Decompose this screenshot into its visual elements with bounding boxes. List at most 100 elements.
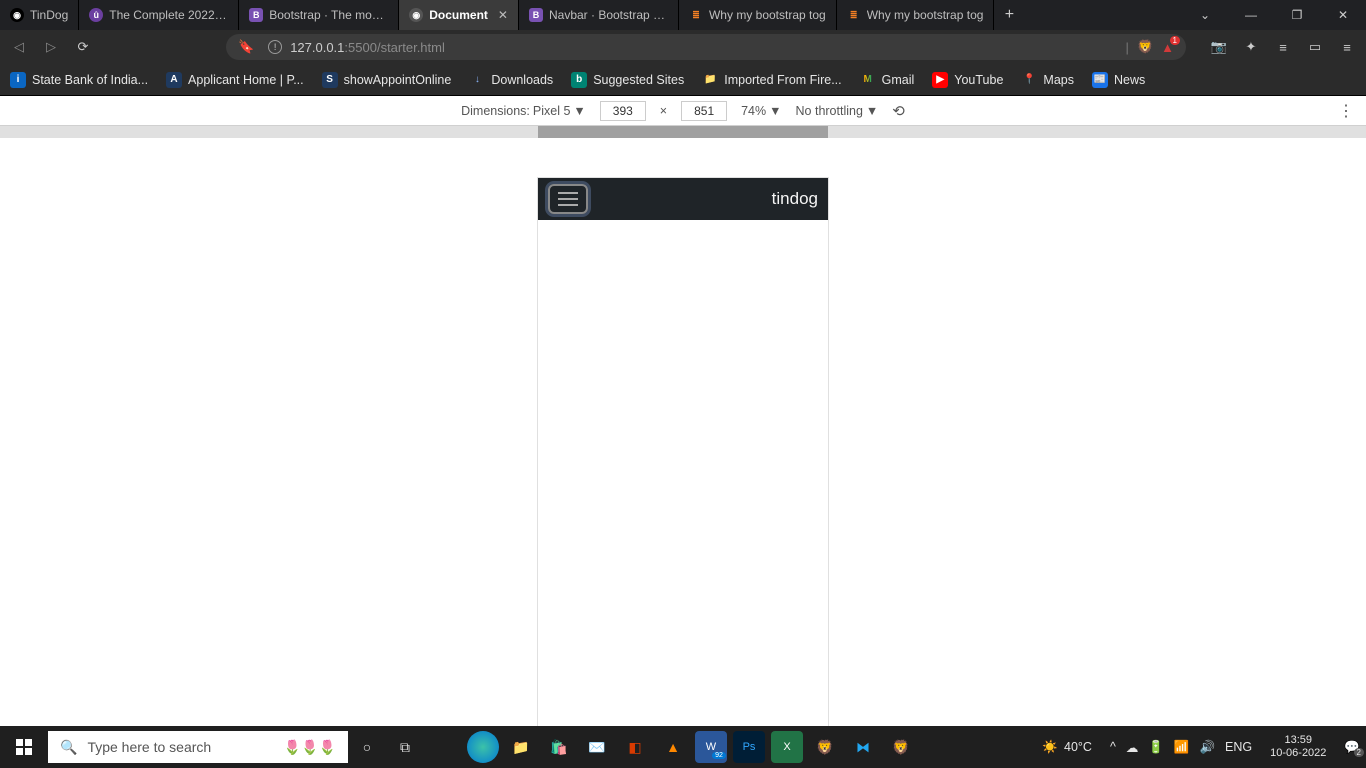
throttle-selector[interactable]: No throttling ▼ (796, 104, 879, 118)
bookmark-label: State Bank of India... (32, 73, 148, 87)
back-button[interactable]: ◁ (10, 38, 28, 56)
tab-document[interactable]: ◉ Document ✕ (399, 0, 519, 30)
news-icon: 📰 (1092, 72, 1108, 88)
tray-lang[interactable]: ENG (1225, 740, 1252, 754)
clock-date: 10-06-2022 (1270, 747, 1326, 760)
tab-search-button[interactable]: ⌄ (1182, 0, 1228, 30)
bookmark-appoint[interactable]: SshowAppointOnline (322, 72, 452, 88)
bookmark-label: News (1114, 73, 1145, 87)
hamburger-line (558, 204, 578, 206)
vlc-icon[interactable]: ▲ (657, 731, 689, 763)
bookmark-news[interactable]: 📰 News (1092, 72, 1145, 88)
site-info-icon[interactable]: ! (268, 40, 282, 54)
brave-rewards-icon[interactable]: ▲1 (1161, 40, 1174, 55)
tab-bootstrap-navbar[interactable]: B Navbar · Bootstrap v5. (519, 0, 679, 30)
navbar-brand[interactable]: tindog (772, 189, 818, 209)
vscode-icon[interactable]: ⧓ (847, 731, 879, 763)
bookmark-downloads[interactable]: ↓Downloads (469, 72, 553, 88)
tab-udemy[interactable]: û The Complete 2022 W (79, 0, 239, 30)
extensions-icon[interactable]: ✦ (1242, 38, 1260, 56)
system-tray: ☀️ 40°C ^ ☁ 🔋 📶 🔊 ENG 13:59 10-06-2022 💬… (1042, 734, 1366, 760)
taskbar-clock[interactable]: 13:59 10-06-2022 (1262, 734, 1334, 760)
udemy-icon: û (89, 8, 103, 22)
maximize-button[interactable]: ❐ (1274, 0, 1320, 30)
bootstrap-icon: B (529, 8, 543, 22)
forward-button[interactable]: ▷ (42, 38, 60, 56)
close-tab-icon[interactable]: ✕ (498, 8, 508, 22)
bookmark-label: Gmail (882, 73, 915, 87)
zoom-selector[interactable]: 74% ▼ (741, 104, 781, 118)
tab-label: Navbar · Bootstrap v5. (549, 8, 668, 22)
browser-toolbar: ◁ ▷ ⟳ 🔖 ! 127.0.0.1:5500/starter.html | … (0, 30, 1366, 64)
search-icon: 🔍 (60, 739, 77, 756)
bookmark-icon[interactable]: 🔖 (238, 39, 254, 55)
word-icon[interactable]: W92 (695, 731, 727, 763)
bookmark-label: Imported From Fire... (724, 73, 841, 87)
brave-app-icon[interactable]: 🦁 (809, 731, 841, 763)
tab-bootstrap[interactable]: B Bootstrap · The most p (239, 0, 399, 30)
navbar-toggler[interactable] (548, 184, 588, 214)
tray-wifi-icon[interactable]: 📶 (1174, 740, 1190, 755)
bookmark-label: Suggested Sites (593, 73, 684, 87)
tray-volume-icon[interactable]: 🔊 (1199, 740, 1215, 755)
notifications-icon[interactable]: 💬2 (1344, 740, 1360, 755)
bookmark-gmail[interactable]: MGmail (860, 72, 915, 88)
tray-battery-icon[interactable]: 🔋 (1148, 740, 1164, 755)
address-bar[interactable]: 🔖 ! 127.0.0.1:5500/starter.html | 🦁 ▲1 (226, 34, 1186, 60)
chevron-down-icon: ▼ (769, 104, 781, 118)
tray-onedrive-icon[interactable]: ☁ (1126, 740, 1139, 755)
bookmark-imported[interactable]: 📁Imported From Fire... (702, 72, 841, 88)
page-navbar: tindog (538, 178, 828, 220)
office-icon[interactable]: ◧ (619, 731, 651, 763)
minimize-button[interactable]: — (1228, 0, 1274, 30)
width-input[interactable] (600, 101, 646, 121)
screenshot-icon[interactable]: 📷 (1210, 38, 1228, 56)
rotate-icon[interactable]: ⟲ (892, 102, 905, 120)
edge-icon[interactable] (467, 731, 499, 763)
weather-widget[interactable]: ☀️ 40°C (1042, 740, 1092, 755)
bookmark-label: showAppointOnline (344, 73, 452, 87)
url-host: 127.0.0.1:5500/starter.html (290, 40, 445, 55)
device-selector[interactable]: Dimensions: Pixel 5 ▼ (461, 104, 586, 118)
photoshop-icon[interactable]: Ps (733, 731, 765, 763)
explorer-icon[interactable]: 📁 (505, 731, 537, 763)
tab-stackoverflow-1[interactable]: ≣ Why my bootstrap tog (679, 0, 837, 30)
brave-app-icon-2[interactable]: 🦁 (885, 731, 917, 763)
start-button[interactable] (0, 726, 48, 768)
store-icon[interactable]: 🛍️ (543, 731, 575, 763)
close-window-button[interactable]: ✕ (1320, 0, 1366, 30)
brave-shield-icon[interactable]: 🦁 (1137, 39, 1153, 55)
height-input[interactable] (681, 101, 727, 121)
reload-button[interactable]: ⟳ (74, 38, 92, 56)
new-tab-button[interactable]: + (994, 0, 1024, 30)
hamburger-line (558, 198, 578, 200)
bookmark-youtube[interactable]: ▶YouTube (932, 72, 1003, 88)
bookmark-sbi[interactable]: iState Bank of India... (10, 72, 148, 88)
tab-tindog[interactable]: ◉ TinDog (0, 0, 79, 30)
playlist-icon[interactable]: ≡ (1274, 38, 1292, 56)
sun-icon: ☀️ (1042, 740, 1058, 755)
stackoverflow-icon: ≣ (689, 8, 703, 22)
bookmark-label: Maps (1043, 73, 1074, 87)
bookmark-label: Downloads (491, 73, 553, 87)
wallet-icon[interactable]: ▭ (1306, 38, 1324, 56)
bootstrap-icon: B (249, 8, 263, 22)
mail-icon[interactable]: ✉️ (581, 731, 613, 763)
chevron-down-icon: ▼ (866, 104, 878, 118)
globe-icon: ◉ (10, 8, 24, 22)
clock-time: 13:59 (1270, 734, 1326, 747)
task-view-icon[interactable]: ⧉ (389, 731, 421, 763)
tab-label: TinDog (30, 8, 68, 22)
bookmarks-bar: iState Bank of India... AApplicant Home … (0, 64, 1366, 96)
cortana-icon[interactable]: ○ (351, 731, 383, 763)
dim-label: Dimensions: (461, 104, 530, 118)
menu-icon[interactable]: ≡ (1338, 38, 1356, 56)
bookmark-maps[interactable]: 📍Maps (1021, 72, 1074, 88)
tab-stackoverflow-2[interactable]: ≣ Why my bootstrap tog (837, 0, 995, 30)
more-options-icon[interactable]: ⋮ (1338, 101, 1354, 121)
bookmark-suggested[interactable]: bSuggested Sites (571, 72, 684, 88)
excel-icon[interactable]: X (771, 731, 803, 763)
bookmark-applicant[interactable]: AApplicant Home | P... (166, 72, 304, 88)
taskbar-search[interactable]: 🔍 Type here to search 🌷🌷🌷 (48, 731, 348, 763)
tray-chevron-icon[interactable]: ^ (1110, 740, 1116, 754)
